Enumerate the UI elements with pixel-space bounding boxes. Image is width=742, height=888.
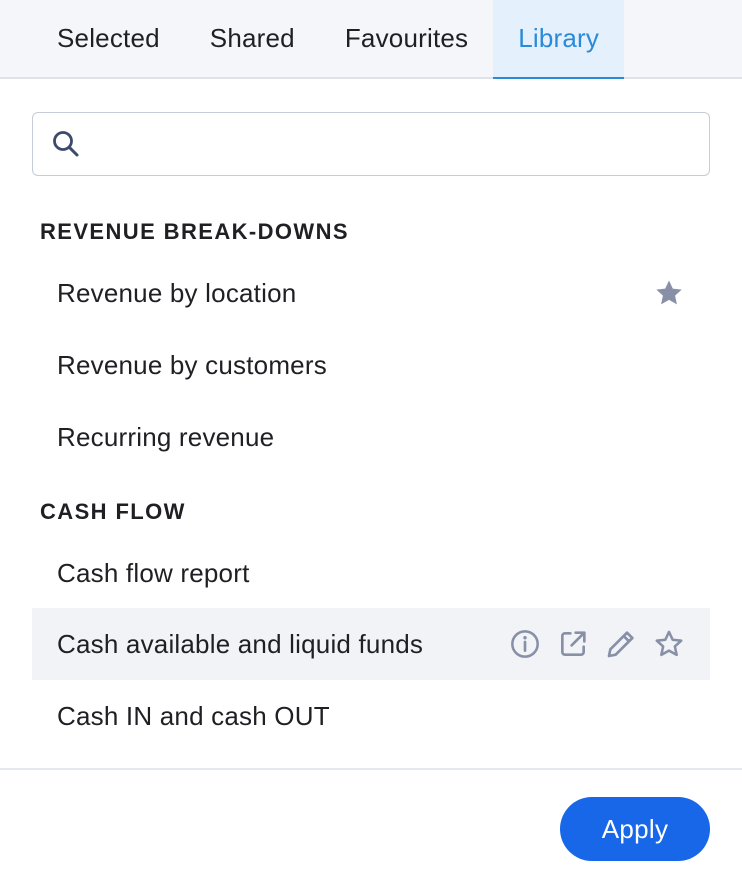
tab-bar: Selected Shared Favourites Library: [0, 0, 742, 79]
list-item-label: Revenue by customers: [57, 349, 327, 380]
search-icon: [51, 129, 81, 159]
section-title-revenue: REVENUE BREAK-DOWNS: [40, 219, 349, 244]
list-item-recurring-revenue[interactable]: Recurring revenue: [32, 401, 710, 473]
item-actions: [652, 276, 710, 310]
list-item-label: Revenue by location: [57, 277, 297, 308]
star-outline-icon[interactable]: [652, 627, 686, 661]
list-item-cash-flow-report[interactable]: Cash flow report: [32, 537, 710, 609]
list-item-label: Cash available and liquid funds: [57, 628, 424, 659]
list-item-label: Cash IN and cash OUT: [57, 700, 330, 731]
apply-button[interactable]: Apply: [560, 797, 710, 861]
list-item-revenue-by-location[interactable]: Revenue by location: [32, 257, 710, 329]
open-external-icon[interactable]: [556, 627, 590, 661]
search-box: [32, 112, 710, 176]
list-item-cash-in-out[interactable]: Cash IN and cash OUT: [32, 680, 710, 752]
tab-shared[interactable]: Shared: [185, 0, 320, 77]
section-title-cash-flow: CASH FLOW: [40, 499, 186, 524]
star-filled-icon[interactable]: [652, 276, 686, 310]
pencil-icon[interactable]: [604, 627, 638, 661]
library-panel: Selected Shared Favourites Library REVEN…: [0, 0, 742, 888]
item-actions: [508, 627, 710, 661]
list-item-revenue-by-customers[interactable]: Revenue by customers: [32, 329, 710, 401]
list-item-cash-available[interactable]: Cash available and liquid funds: [32, 608, 710, 680]
footer-divider: [0, 768, 742, 770]
search-input[interactable]: [81, 112, 709, 176]
tab-favourites[interactable]: Favourites: [320, 0, 493, 77]
list-item-label: Recurring revenue: [57, 421, 275, 452]
tab-library[interactable]: Library: [493, 0, 625, 79]
list-item-label: Cash flow report: [57, 557, 250, 588]
tab-selected[interactable]: Selected: [32, 0, 185, 77]
info-icon[interactable]: [508, 627, 542, 661]
